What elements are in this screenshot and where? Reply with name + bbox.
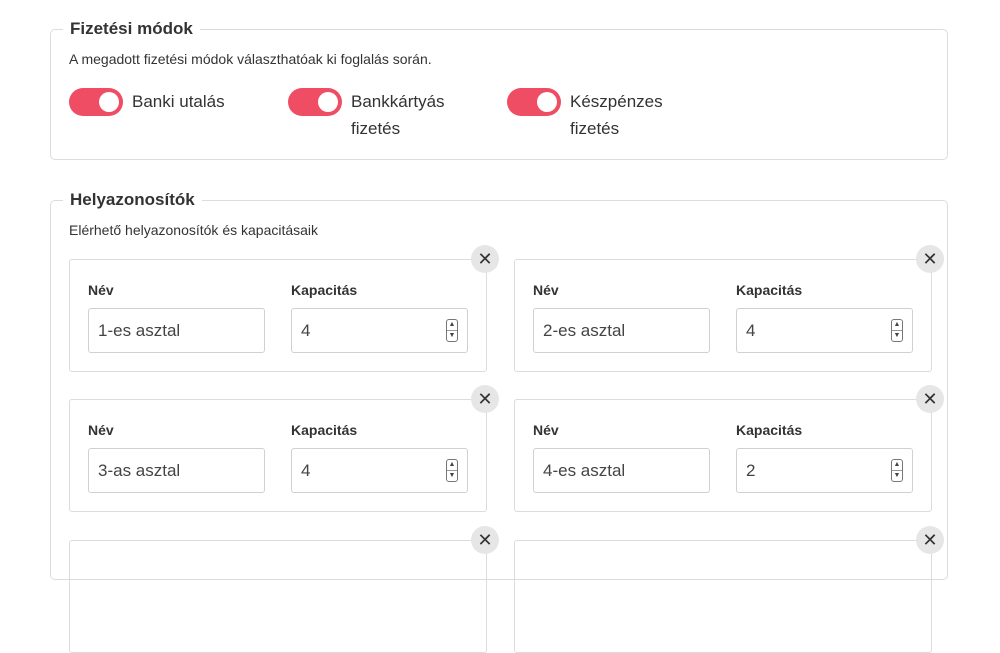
place-identifiers-title: Helyazonosítók xyxy=(63,190,202,210)
place-name-input[interactable]: 3-as asztal xyxy=(88,448,265,493)
capacity-stepper[interactable]: ▲ ▼ xyxy=(446,459,458,482)
capacity-input[interactable]: 2 ▲ ▼ xyxy=(736,448,913,493)
name-label: Név xyxy=(533,282,559,298)
payment-methods-section: Fizetési módok A megadott fizetési módok… xyxy=(50,19,948,160)
name-label: Név xyxy=(533,422,559,438)
toggle-knob xyxy=(99,92,119,112)
bank-transfer-label: Banki utalás xyxy=(132,92,225,111)
place-card: ✕ xyxy=(514,526,944,653)
toggle-knob xyxy=(537,92,557,112)
name-label: Név xyxy=(88,282,114,298)
place-name-input[interactable]: 1-es asztal xyxy=(88,308,265,353)
stepper-up-icon[interactable]: ▲ xyxy=(892,460,902,470)
payment-option-cash[interactable]: Készpénzes fizetés xyxy=(507,88,678,142)
capacity-stepper[interactable]: ▲ ▼ xyxy=(891,459,903,482)
place-identifiers-description: Elérhető helyazonosítók és kapacitásaik xyxy=(69,222,319,238)
capacity-stepper[interactable]: ▲ ▼ xyxy=(446,319,458,342)
place-name-input[interactable]: 4-es asztal xyxy=(533,448,710,493)
capacity-value: 4 xyxy=(301,461,311,480)
capacity-input[interactable]: 4 ▲ ▼ xyxy=(291,448,468,493)
payment-option-card[interactable]: Bankkártyás fizetés xyxy=(288,88,459,142)
place-card: ✕ Név Kapacitás 2-es asztal 4 ▲ ▼ xyxy=(514,245,944,372)
toggle-knob xyxy=(318,92,338,112)
stepper-down-icon[interactable]: ▼ xyxy=(447,330,457,341)
stepper-up-icon[interactable]: ▲ xyxy=(892,320,902,330)
bank-transfer-toggle[interactable] xyxy=(69,88,123,116)
capacity-label: Kapacitás xyxy=(291,422,358,438)
remove-place-button[interactable]: ✕ xyxy=(916,526,944,554)
payment-methods-description: A megadott fizetési módok választhatóak … xyxy=(69,51,432,67)
name-label: Név xyxy=(88,422,114,438)
capacity-label: Kapacitás xyxy=(291,282,358,298)
place-card: ✕ Név Kapacitás 3-as asztal 4 ▲ ▼ xyxy=(69,385,499,512)
remove-place-button[interactable]: ✕ xyxy=(471,385,499,413)
place-name-input[interactable]: 2-es asztal xyxy=(533,308,710,353)
place-card: ✕ Név Kapacitás 4-es asztal 2 ▲ ▼ xyxy=(514,385,944,512)
remove-place-button[interactable]: ✕ xyxy=(916,385,944,413)
cash-payment-toggle[interactable] xyxy=(507,88,561,116)
capacity-stepper[interactable]: ▲ ▼ xyxy=(891,319,903,342)
stepper-down-icon[interactable]: ▼ xyxy=(447,470,457,481)
stepper-down-icon[interactable]: ▼ xyxy=(892,330,902,341)
capacity-label: Kapacitás xyxy=(736,422,803,438)
cash-payment-label: Készpénzes fizetés xyxy=(570,92,663,138)
remove-place-button[interactable]: ✕ xyxy=(471,526,499,554)
place-card: ✕ Név Kapacitás 1-es asztal 4 ▲ ▼ xyxy=(69,245,499,372)
payment-option-bank-transfer[interactable]: Banki utalás xyxy=(69,88,225,116)
card-payment-label: Bankkártyás fizetés xyxy=(351,92,445,138)
capacity-label: Kapacitás xyxy=(736,282,803,298)
place-card: ✕ xyxy=(69,526,499,653)
capacity-input[interactable]: 4 ▲ ▼ xyxy=(736,308,913,353)
remove-place-button[interactable]: ✕ xyxy=(916,245,944,273)
stepper-up-icon[interactable]: ▲ xyxy=(447,460,457,470)
stepper-up-icon[interactable]: ▲ xyxy=(447,320,457,330)
remove-place-button[interactable]: ✕ xyxy=(471,245,499,273)
capacity-value: 2 xyxy=(746,461,756,480)
stepper-down-icon[interactable]: ▼ xyxy=(892,470,902,481)
payment-methods-title: Fizetési módok xyxy=(63,19,200,39)
capacity-value: 4 xyxy=(746,321,756,340)
capacity-input[interactable]: 4 ▲ ▼ xyxy=(291,308,468,353)
place-identifiers-section: Helyazonosítók Elérhető helyazonosítók é… xyxy=(50,190,948,653)
card-payment-toggle[interactable] xyxy=(288,88,342,116)
capacity-value: 4 xyxy=(301,321,311,340)
